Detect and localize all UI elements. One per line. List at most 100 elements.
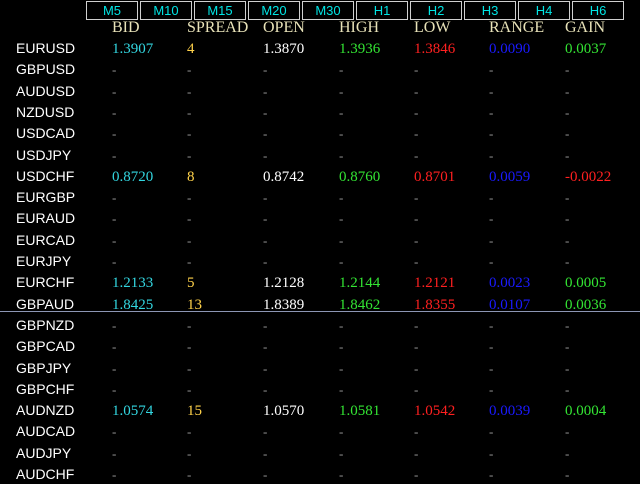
range-cell: - bbox=[489, 467, 494, 482]
range-cell: 0.0090 bbox=[489, 41, 531, 57]
header-bid: BID bbox=[112, 19, 140, 36]
low-cell: - bbox=[414, 382, 419, 397]
high-cell: 1.2144 bbox=[339, 275, 381, 291]
range-cell: - bbox=[489, 148, 494, 163]
range-cell: - bbox=[489, 339, 494, 354]
bid-cell: - bbox=[112, 361, 117, 376]
gain-cell: - bbox=[565, 424, 570, 439]
spread-cell: 5 bbox=[187, 275, 195, 291]
high-cell: - bbox=[339, 126, 344, 141]
low-cell: - bbox=[414, 148, 419, 163]
symbol-eurgbp[interactable]: EURGBP bbox=[16, 188, 75, 206]
header-gain: GAIN bbox=[565, 19, 605, 36]
bid-cell: - bbox=[112, 105, 117, 120]
high-cell: - bbox=[339, 211, 344, 226]
open-cell: - bbox=[263, 424, 268, 439]
range-cell: - bbox=[489, 254, 494, 269]
symbol-eurchf[interactable]: EURCHF bbox=[16, 273, 74, 291]
symbol-gbpcad[interactable]: GBPCAD bbox=[16, 337, 75, 355]
high-cell: - bbox=[339, 190, 344, 205]
bid-cell: - bbox=[112, 148, 117, 163]
high-cell: - bbox=[339, 105, 344, 120]
low-cell: - bbox=[414, 446, 419, 461]
range-cell: - bbox=[489, 382, 494, 397]
high-cell: 0.8760 bbox=[339, 169, 381, 185]
symbol-euraud[interactable]: EURAUD bbox=[16, 209, 75, 227]
open-cell: - bbox=[263, 254, 268, 269]
symbol-gbpchf[interactable]: GBPCHF bbox=[16, 380, 74, 398]
range-cell: - bbox=[489, 318, 494, 333]
low-cell: - bbox=[414, 211, 419, 226]
low-cell: 1.2121 bbox=[414, 275, 456, 291]
spread-cell: - bbox=[187, 467, 192, 482]
open-cell: 1.0570 bbox=[263, 403, 305, 419]
high-cell: - bbox=[339, 254, 344, 269]
high-cell: - bbox=[339, 339, 344, 354]
range-cell: - bbox=[489, 84, 494, 99]
low-cell: - bbox=[414, 190, 419, 205]
header-low: LOW bbox=[414, 19, 451, 36]
open-cell: - bbox=[263, 190, 268, 205]
bid-cell: - bbox=[112, 339, 117, 354]
symbol-usdjpy[interactable]: USDJPY bbox=[16, 146, 71, 164]
spread-cell: 8 bbox=[187, 169, 195, 185]
bid-cell: - bbox=[112, 446, 117, 461]
spread-cell: - bbox=[187, 361, 192, 376]
header-open: OPEN bbox=[263, 19, 305, 36]
high-cell: - bbox=[339, 84, 344, 99]
spread-cell: - bbox=[187, 339, 192, 354]
symbol-nzdusd[interactable]: NZDUSD bbox=[16, 103, 74, 121]
high-cell: - bbox=[339, 361, 344, 376]
open-cell: - bbox=[263, 84, 268, 99]
high-cell: - bbox=[339, 382, 344, 397]
low-cell: - bbox=[414, 361, 419, 376]
header-spread: SPREAD bbox=[187, 19, 249, 36]
bid-cell: - bbox=[112, 211, 117, 226]
gain-cell: - bbox=[565, 233, 570, 248]
gain-cell: - bbox=[565, 148, 570, 163]
open-cell: 0.8742 bbox=[263, 169, 305, 185]
gain-cell: - bbox=[565, 105, 570, 120]
symbol-eurcad[interactable]: EURCAD bbox=[16, 231, 75, 249]
symbol-gbpusd[interactable]: GBPUSD bbox=[16, 60, 75, 78]
low-cell: - bbox=[414, 467, 419, 482]
gain-cell: - bbox=[565, 467, 570, 482]
symbol-usdchf[interactable]: USDCHF bbox=[16, 167, 74, 185]
open-cell: - bbox=[263, 339, 268, 354]
symbol-audchf[interactable]: AUDCHF bbox=[16, 465, 74, 483]
spread-cell: - bbox=[187, 148, 192, 163]
high-cell: - bbox=[339, 424, 344, 439]
open-cell: - bbox=[263, 62, 268, 77]
symbol-gbpjpy[interactable]: GBPJPY bbox=[16, 359, 71, 377]
spread-cell: - bbox=[187, 211, 192, 226]
open-cell: - bbox=[263, 467, 268, 482]
spread-cell: - bbox=[187, 190, 192, 205]
bid-cell: - bbox=[112, 424, 117, 439]
bid-cell: 1.2133 bbox=[112, 275, 154, 291]
low-cell: 1.0542 bbox=[414, 403, 456, 419]
symbol-eurjpy[interactable]: EURJPY bbox=[16, 252, 71, 270]
gain-cell: - bbox=[565, 126, 570, 141]
symbol-gbpnzd[interactable]: GBPNZD bbox=[16, 316, 74, 334]
symbol-eurusd[interactable]: EURUSD bbox=[16, 39, 75, 57]
bid-cell: - bbox=[112, 190, 117, 205]
symbol-audcad[interactable]: AUDCAD bbox=[16, 422, 75, 440]
range-cell: - bbox=[489, 233, 494, 248]
open-cell: - bbox=[263, 361, 268, 376]
spread-cell: 4 bbox=[187, 41, 195, 57]
tab-m10[interactable]: M10 bbox=[140, 1, 192, 20]
bid-cell: - bbox=[112, 233, 117, 248]
symbol-audnzd[interactable]: AUDNZD bbox=[16, 401, 74, 419]
bid-cell: 0.8720 bbox=[112, 169, 154, 185]
open-cell: - bbox=[263, 382, 268, 397]
symbol-audusd[interactable]: AUDUSD bbox=[16, 82, 75, 100]
table-divider bbox=[0, 311, 640, 312]
symbol-usdcad[interactable]: USDCAD bbox=[16, 124, 75, 142]
low-cell: - bbox=[414, 233, 419, 248]
open-cell: - bbox=[263, 105, 268, 120]
symbol-audjpy[interactable]: AUDJPY bbox=[16, 444, 71, 462]
range-cell: - bbox=[489, 62, 494, 77]
gain-cell: 0.0005 bbox=[565, 275, 607, 291]
range-cell: - bbox=[489, 126, 494, 141]
low-cell: 1.3846 bbox=[414, 41, 456, 57]
